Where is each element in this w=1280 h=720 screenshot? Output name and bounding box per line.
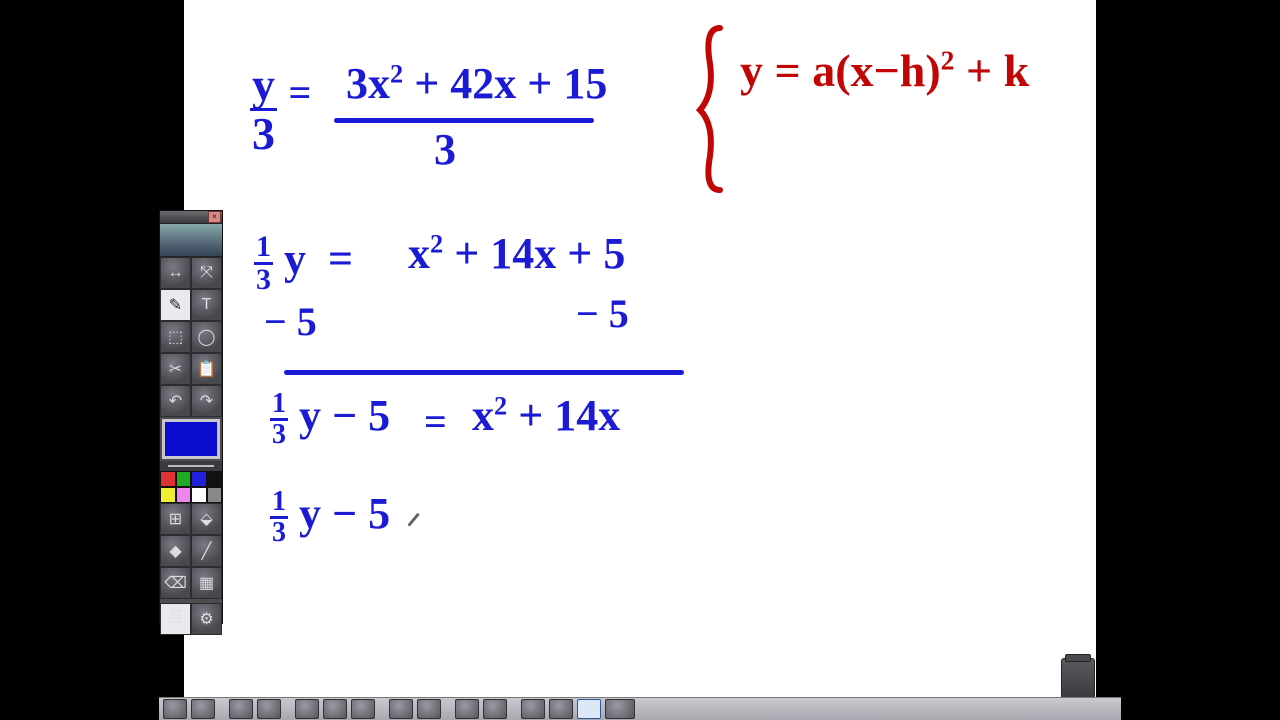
tool-lines[interactable]: ╱ [191,535,222,567]
close-icon[interactable]: × [208,211,221,223]
swatch-gray[interactable] [207,487,223,503]
swatch-blue[interactable] [191,471,207,487]
eq3-rhs: x2 + 14x [472,390,620,441]
swatch-green[interactable] [176,471,192,487]
tb-undo[interactable] [389,699,413,719]
eq1-rhs-den: 3 [434,124,456,175]
trash-icon[interactable] [1061,658,1095,698]
eq1-fraction-bar [334,118,594,123]
tb-cut[interactable] [295,699,319,719]
palette-extra-grid: ⊞ ⬙ ◆ ╱ ⌫ ▦ [160,503,222,599]
eq4-partial: 13 y − 5 [270,488,390,547]
tool-undo[interactable]: ↶ [160,385,191,417]
palette-bottom-grid: 🗎 ⚙ [160,603,222,635]
tb-zoom[interactable] [577,699,601,719]
eq2-rhs: x2 + 14x + 5 [408,228,625,279]
tool-rect[interactable]: ⬚ [160,321,191,353]
eq1-lhs: y3 = [250,62,311,157]
eq3-lhs: 13 y − 5 [270,390,390,449]
tool-text[interactable]: T [191,289,222,321]
tb-view[interactable] [605,699,635,719]
tool-pen[interactable]: ✎ [160,289,191,321]
pen-cursor-icon [403,509,426,532]
swatch-red[interactable] [160,471,176,487]
eq1-rhs-num: 3x2 + 42x + 15 [346,58,607,109]
current-color-swatch[interactable] [162,419,220,459]
swatch-white[interactable] [191,487,207,503]
tb-save[interactable] [229,699,253,719]
tool-move[interactable]: ↔ [160,257,191,289]
tool-page[interactable]: 🗎 [160,603,191,635]
stroke-width-icon[interactable] [160,461,222,471]
tool-fill[interactable]: ⬙ [191,503,222,535]
tool-grid[interactable]: ▦ [191,567,222,599]
tool-stamp[interactable]: ⊞ [160,503,191,535]
tool-settings[interactable]: ⚙ [191,603,222,635]
tb-open[interactable] [191,699,215,719]
swatch-magenta[interactable] [176,487,192,503]
palette-titlebar[interactable]: × [160,211,222,224]
tool-redo[interactable]: ↷ [191,385,222,417]
tool-erase[interactable]: ⌫ [160,567,191,599]
eq3-eq: = [424,398,447,445]
palette-tool-grid: ↔ ⤧ ✎ T ⬚ ◯ ✂ 📋 ↶ ↷ [160,257,222,417]
tb-zoomout[interactable] [521,699,545,719]
eq2-sub-right: − 5 [576,290,629,337]
eq2-lhs: 13 y = [254,232,353,295]
vertex-form-equation: y = a(x−h)2 + k [740,44,1029,97]
bottom-toolbar [159,697,1121,720]
tb-next[interactable] [483,699,507,719]
swatch-black[interactable] [207,471,223,487]
tool-palette[interactable]: × ↔ ⤧ ✎ T ⬚ ◯ ✂ 📋 ↶ ↷ ⊞ ⬙ ◆ ╱ ⌫ ▦ 🗎 ⚙ [159,210,223,624]
tb-home[interactable] [163,699,187,719]
tb-paste[interactable] [351,699,375,719]
tb-zoomin[interactable] [549,699,573,719]
tool-cut[interactable]: ✂ [160,353,191,385]
palette-preview [160,224,222,257]
eq2-underline [284,370,684,375]
tool-ellipse[interactable]: ◯ [191,321,222,353]
tool-select[interactable]: ⤧ [191,257,222,289]
tb-redo[interactable] [417,699,441,719]
tb-prev[interactable] [455,699,479,719]
tool-shapes[interactable]: ◆ [160,535,191,567]
tb-print[interactable] [257,699,281,719]
swatch-yellow[interactable] [160,487,176,503]
tb-copy[interactable] [323,699,347,719]
curly-brace-icon [696,24,726,194]
tool-paste[interactable]: 📋 [191,353,222,385]
color-swatches [160,471,222,503]
eq2-sub-left: − 5 [264,298,317,345]
whiteboard-canvas[interactable]: y3 = 3x2 + 42x + 15 3 y = a(x−h)2 + k 13… [184,0,1096,712]
